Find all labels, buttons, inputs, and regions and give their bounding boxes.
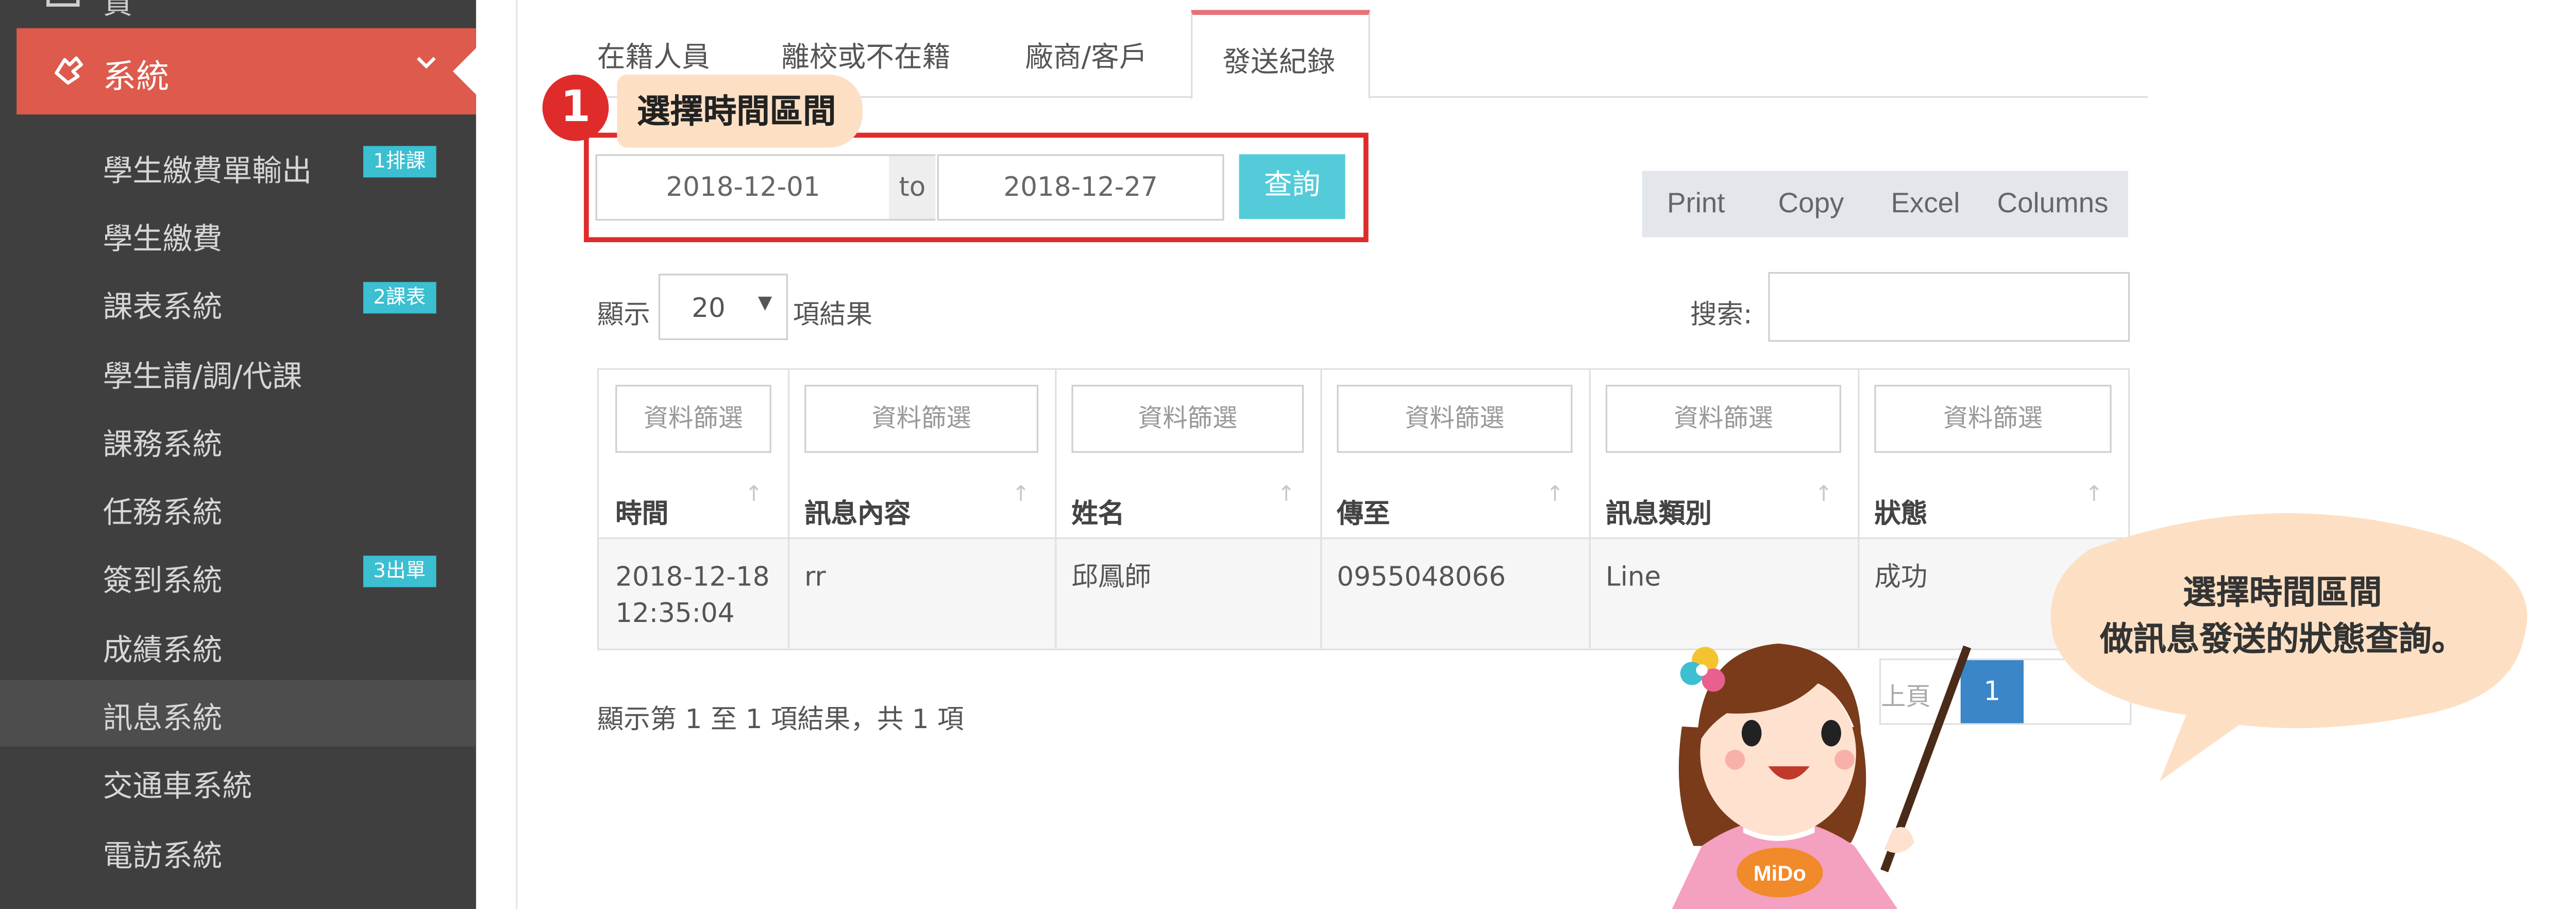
- tab-send-log[interactable]: 發送紀錄: [1191, 10, 1370, 100]
- step-label: 選擇時間區間: [617, 74, 863, 148]
- tab-vendors[interactable]: 廠商/客戶: [1025, 33, 1147, 74]
- sidebar-item-label: 學生繳費單輸出: [103, 154, 312, 189]
- bubble-line-2: 做訊息發送的狀態查詢。: [2100, 618, 2465, 659]
- sidebar-item-phone-visit[interactable]: 電訪系統: [0, 818, 476, 884]
- left-cheek: [1725, 749, 1745, 770]
- export-toolbar: Print Copy Excel Columns: [1642, 171, 2128, 238]
- bubble-line-1: 選擇時間區間: [2183, 572, 2382, 612]
- cell-status: 成功: [1874, 560, 1928, 593]
- mascot-illustration: MiDo: [1672, 643, 1972, 909]
- filter-input[interactable]: 資料篩選: [1874, 384, 2112, 453]
- mascot-hand: [1884, 827, 1914, 853]
- sidebar: 資料 系統 學生繳費單輸出 1排課 學生繳費 課表系統 2課表 學生請/調/代課: [0, 0, 478, 909]
- page-length-value: 20: [692, 292, 726, 324]
- column-header[interactable]: 傳至: [1337, 491, 1390, 531]
- cell-message: rr: [804, 560, 826, 593]
- sidebar-item-label: 系統: [103, 56, 170, 96]
- columns-button[interactable]: Columns: [1997, 188, 2109, 221]
- column-header[interactable]: 訊息類別: [1606, 491, 1712, 531]
- sidebar-item-label: 課務系統: [103, 428, 223, 463]
- sidebar-item-timetable[interactable]: 課表系統 2課表: [0, 268, 476, 335]
- sidebar-item-label: 訊息系統: [103, 701, 223, 737]
- column-time: 資料篩選 時間 ↑ 2018-12-18 12:35:04: [599, 369, 790, 649]
- column-header[interactable]: 時間: [615, 491, 668, 531]
- folder-icon: [46, 0, 80, 7]
- sidebar-item-fee[interactable]: 學生繳費: [0, 200, 476, 267]
- column-header[interactable]: 訊息內容: [804, 491, 911, 531]
- filter-input[interactable]: 資料篩選: [1337, 384, 1573, 453]
- sidebar-item-system[interactable]: 系統: [16, 28, 476, 115]
- sidebar-item-tasks[interactable]: 任務系統: [0, 475, 476, 541]
- cell-name: 邱鳳師: [1071, 560, 1151, 593]
- filter-input[interactable]: 資料篩選: [1071, 384, 1304, 453]
- column-message: 資料篩選 訊息內容 ↑ rr: [788, 369, 1057, 649]
- sidebar-item-leave[interactable]: 學生請/調/代課: [0, 339, 476, 405]
- excel-button[interactable]: Excel: [1891, 188, 1960, 221]
- sidebar-item-sign-in[interactable]: 簽到系統 3出單: [0, 543, 476, 609]
- length-suffix: 項結果: [793, 298, 873, 330]
- chevron-down-icon: [415, 48, 438, 79]
- sidebar-badge: 2課表: [363, 282, 436, 314]
- sidebar-badge: 3出單: [363, 556, 436, 587]
- content-divider: [516, 0, 518, 909]
- copy-button[interactable]: Copy: [1778, 188, 1844, 221]
- sidebar-item-label: 課表系統: [103, 290, 223, 325]
- page-length-select[interactable]: 20 ▼: [658, 274, 788, 340]
- column-header[interactable]: 狀態: [1874, 491, 1927, 531]
- sidebar-item-grades[interactable]: 成績系統: [0, 612, 476, 679]
- hair-clip-center: [1696, 664, 1708, 676]
- sidebar-item-fee-slip[interactable]: 學生繳費單輸出 1排課: [0, 133, 476, 199]
- tab-left-school[interactable]: 離校或不在籍: [781, 33, 950, 74]
- sidebar-item-label: 學生繳費: [103, 222, 223, 257]
- right-eye: [1821, 720, 1841, 747]
- cell-type: Line: [1605, 560, 1661, 593]
- sort-icon[interactable]: ↑: [1012, 483, 1030, 508]
- sidebar-item-label: 交通車系統: [103, 769, 252, 805]
- column-sent-to: 資料篩選 傳至 ↑ 0955048066: [1320, 369, 1591, 649]
- filter-input[interactable]: 資料篩選: [804, 384, 1039, 453]
- column-name: 資料篩選 姓名 ↑ 邱鳳師: [1055, 369, 1322, 649]
- right-cheek: [1834, 749, 1855, 770]
- caret-down-icon: ▼: [758, 292, 772, 314]
- bubble-text: 選擇時間區間 做訊息發送的狀態查詢。: [2057, 569, 2508, 662]
- sidebar-item-label: 學生請/調/代課: [103, 360, 302, 395]
- print-button[interactable]: Print: [1667, 188, 1725, 221]
- sort-icon[interactable]: ↑: [745, 483, 763, 508]
- column-header[interactable]: 姓名: [1071, 491, 1124, 531]
- cell-time-clock: 12:35:04: [615, 597, 735, 629]
- sort-icon[interactable]: ↑: [1277, 483, 1295, 508]
- tab-label: 發送紀錄: [1222, 46, 1336, 80]
- sidebar-item-messages[interactable]: 訊息系統: [0, 680, 476, 747]
- sidebar-item-shuttle[interactable]: 交通車系統: [0, 748, 476, 815]
- mido-badge-text: MiDo: [1754, 861, 1806, 885]
- search-input[interactable]: [1768, 272, 2130, 342]
- sidebar-badge: 1排課: [363, 146, 436, 178]
- active-pointer: [452, 46, 478, 96]
- cell-time-date: 2018-12-18: [615, 560, 770, 593]
- search-label: 搜索:: [1690, 298, 1753, 330]
- sort-icon[interactable]: ↑: [1546, 483, 1564, 508]
- filter-input[interactable]: 資料篩選: [1605, 384, 1841, 453]
- sort-icon[interactable]: ↑: [1814, 483, 1832, 508]
- left-eye: [1741, 720, 1762, 747]
- sidebar-item-label: 電訪系統: [103, 839, 223, 874]
- step-number: 1: [542, 74, 609, 141]
- highlight-frame: [584, 132, 1369, 242]
- cell-sent-to: 0955048066: [1337, 560, 1506, 593]
- sidebar-item-label: 成績系統: [103, 633, 223, 669]
- sidebar-item-course-affairs[interactable]: 課務系統: [0, 407, 476, 473]
- length-prefix: 顯示: [597, 298, 650, 330]
- app-window: 資料 系統 學生繳費單輸出 1排課 學生繳費 課表系統 2課表 學生請/調/代課: [0, 0, 2576, 909]
- sidebar-item-label: 簽到系統: [103, 564, 223, 599]
- table-info: 顯示第 1 至 1 項結果，共 1 項: [597, 703, 964, 735]
- sidebar-item-label: 任務系統: [103, 496, 223, 531]
- gear-hand-icon: [50, 52, 87, 96]
- filter-input[interactable]: 資料篩選: [615, 384, 771, 453]
- tab-enrolled[interactable]: 在籍人員: [597, 33, 710, 74]
